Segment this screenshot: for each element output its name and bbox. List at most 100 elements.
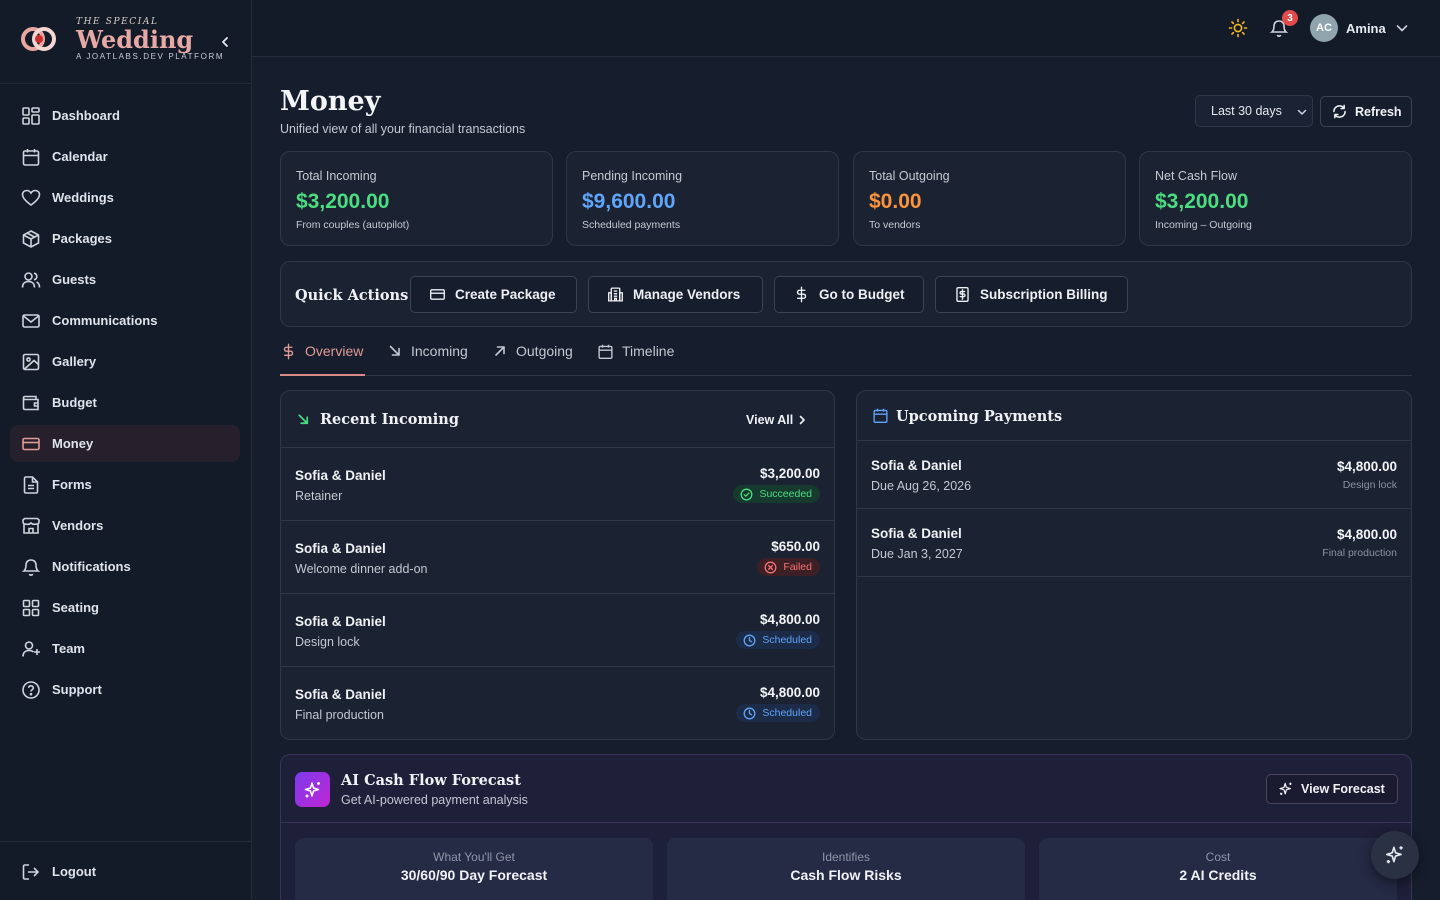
tab-label: Outgoing: [516, 343, 573, 359]
calendar-icon: [598, 344, 613, 359]
arrow-down-right-icon: [389, 345, 400, 356]
recent-incoming-panel: Recent Incoming View All Sofia & Daniel …: [280, 390, 835, 740]
sidebar-item-vendors[interactable]: Vendors: [10, 507, 240, 544]
list-item[interactable]: Sofia & Daniel Final production $4,800.0…: [281, 667, 834, 739]
upcoming-payments-panel: Upcoming Payments Sofia & Daniel Due Aug…: [856, 390, 1412, 740]
tab-label: Incoming: [411, 343, 468, 359]
manage-vendors-button[interactable]: Manage Vendors: [588, 276, 763, 313]
clock-icon: [743, 707, 756, 719]
topbar: 3 AC Amina: [252, 0, 1440, 57]
ai-info-card: Cost 2 AI Credits: [1039, 838, 1397, 900]
view-all-label: View All: [746, 413, 794, 427]
sidebar-item-money[interactable]: Money: [10, 425, 240, 462]
sidebar-item-seating[interactable]: Seating: [10, 589, 240, 626]
payment-description: Final production: [295, 708, 384, 722]
calendar-icon: [22, 148, 40, 166]
user-name[interactable]: Amina: [1346, 21, 1386, 36]
button-label: Subscription Billing: [980, 287, 1108, 302]
status-label: Failed: [783, 561, 812, 573]
sidebar-item-communications[interactable]: Communications: [10, 302, 240, 339]
sidebar-item-label: Weddings: [52, 190, 114, 205]
building-icon: [608, 287, 623, 302]
sidebar-item-forms[interactable]: Forms: [10, 466, 240, 503]
brand: THE SPECIAL Wedding A JOATLABS.DEV PLATF…: [0, 0, 251, 84]
payer-name: Sofia & Daniel: [295, 614, 386, 629]
ai-info-key: Identifies: [821, 850, 871, 864]
x-circle-icon: [764, 561, 777, 573]
sidebar-item-team[interactable]: Team: [10, 630, 240, 667]
page-subtitle: Unified view of all your financial trans…: [280, 122, 526, 136]
clock-icon: [743, 634, 756, 646]
quick-actions-title: Quick Actions: [295, 287, 409, 304]
view-forecast-button[interactable]: View Forecast: [1266, 774, 1398, 804]
sidebar-item-support[interactable]: Support: [10, 671, 240, 708]
mail-icon: [22, 313, 40, 328]
view-all-link[interactable]: View All: [746, 413, 807, 427]
stat-value: $3,200.00: [296, 190, 390, 213]
payer-name: Sofia & Daniel: [295, 541, 386, 556]
sidebar-item-calendar[interactable]: Calendar: [10, 138, 240, 175]
date-range-select[interactable]: Last 30 days: [1195, 95, 1313, 127]
sidebar-item-gallery[interactable]: Gallery: [10, 343, 240, 380]
payer-name: Sofia & Daniel: [871, 526, 962, 541]
stat-label: Net Cash Flow: [1155, 169, 1237, 183]
stat-label: Total Outgoing: [869, 169, 950, 183]
payment-amount: $4,800.00: [759, 612, 820, 627]
stat-note: To vendors: [869, 219, 921, 231]
chevron-left-icon: [222, 37, 228, 47]
logout-button[interactable]: Logout: [10, 853, 240, 890]
sidebar-item-label: Seating: [52, 600, 99, 615]
logout-label: Logout: [52, 864, 97, 879]
sidebar-item-weddings[interactable]: Weddings: [10, 179, 240, 216]
sidebar-item-label: Team: [52, 641, 85, 656]
refresh-button[interactable]: Refresh: [1320, 96, 1412, 127]
tab-overview[interactable]: Overview: [280, 339, 365, 376]
subscription-billing-button[interactable]: Subscription Billing: [935, 276, 1128, 313]
payer-name: Sofia & Daniel: [295, 468, 386, 483]
list-item[interactable]: Sofia & Daniel Welcome dinner add-on $65…: [281, 521, 834, 594]
tab-outgoing[interactable]: Outgoing: [492, 339, 573, 376]
list-item[interactable]: Sofia & Daniel Due Jan 3, 2027 $4,800.00…: [857, 509, 1411, 577]
list-item[interactable]: Sofia & Daniel Due Aug 26, 2026 $4,800.0…: [857, 441, 1411, 509]
chevron-down-icon[interactable]: [1394, 20, 1410, 36]
payment-description: Retainer: [295, 489, 343, 503]
sidebar-item-label: Gallery: [52, 354, 97, 369]
sidebar-item-dashboard[interactable]: Dashboard: [10, 97, 240, 134]
tab-timeline[interactable]: Timeline: [597, 339, 674, 376]
sparkles-icon: [295, 772, 330, 807]
sidebar-item-label: Vendors: [52, 518, 104, 533]
status-label: Scheduled: [762, 707, 812, 719]
ai-forecast-title: AI Cash Flow Forecast: [341, 772, 521, 789]
tab-incoming[interactable]: Incoming: [387, 339, 468, 376]
tab-label: Overview: [305, 343, 364, 359]
sidebar-item-guests[interactable]: Guests: [10, 261, 240, 298]
tab-label: Timeline: [622, 343, 675, 359]
bell-icon: [21, 558, 41, 576]
list-item[interactable]: Sofia & Daniel Retainer $3,200.00 Succee…: [281, 448, 834, 521]
payment-description: Design lock: [295, 635, 360, 649]
sidebar-item-label: Money: [52, 436, 94, 451]
sidebar-item-packages[interactable]: Packages: [10, 220, 240, 257]
stat-value: $3,200.00: [1155, 190, 1249, 213]
stat-label: Total Incoming: [296, 169, 377, 183]
payment-amount: $3,200.00: [759, 466, 820, 481]
logout-section: Logout: [0, 841, 251, 900]
sidebar-item-notifications[interactable]: Notifications: [10, 548, 240, 585]
sidebar-item-label: Notifications: [52, 559, 131, 574]
sidebar-nav: Dashboard Calendar Weddings Packages Gue…: [10, 97, 240, 712]
payer-name: Sofia & Daniel: [295, 687, 386, 702]
sidebar-item-label: Communications: [52, 313, 158, 328]
collapse-sidebar-button[interactable]: [216, 33, 234, 51]
go-to-budget-button[interactable]: Go to Budget: [774, 276, 924, 313]
due-date: Due Jan 3, 2027: [871, 547, 963, 561]
refresh-label: Refresh: [1355, 104, 1402, 119]
ai-assistant-button[interactable]: [1371, 831, 1419, 879]
sidebar-item-budget[interactable]: Budget: [10, 384, 240, 421]
image-icon: [22, 353, 40, 370]
theme-toggle-button[interactable]: [1227, 17, 1249, 39]
create-package-button[interactable]: Create Package: [410, 276, 577, 313]
notification-count-badge: 3: [1282, 10, 1298, 26]
list-item[interactable]: Sofia & Daniel Design lock $4,800.00 Sch…: [281, 594, 834, 667]
sun-icon: [1228, 18, 1248, 38]
avatar[interactable]: AC: [1310, 14, 1338, 42]
